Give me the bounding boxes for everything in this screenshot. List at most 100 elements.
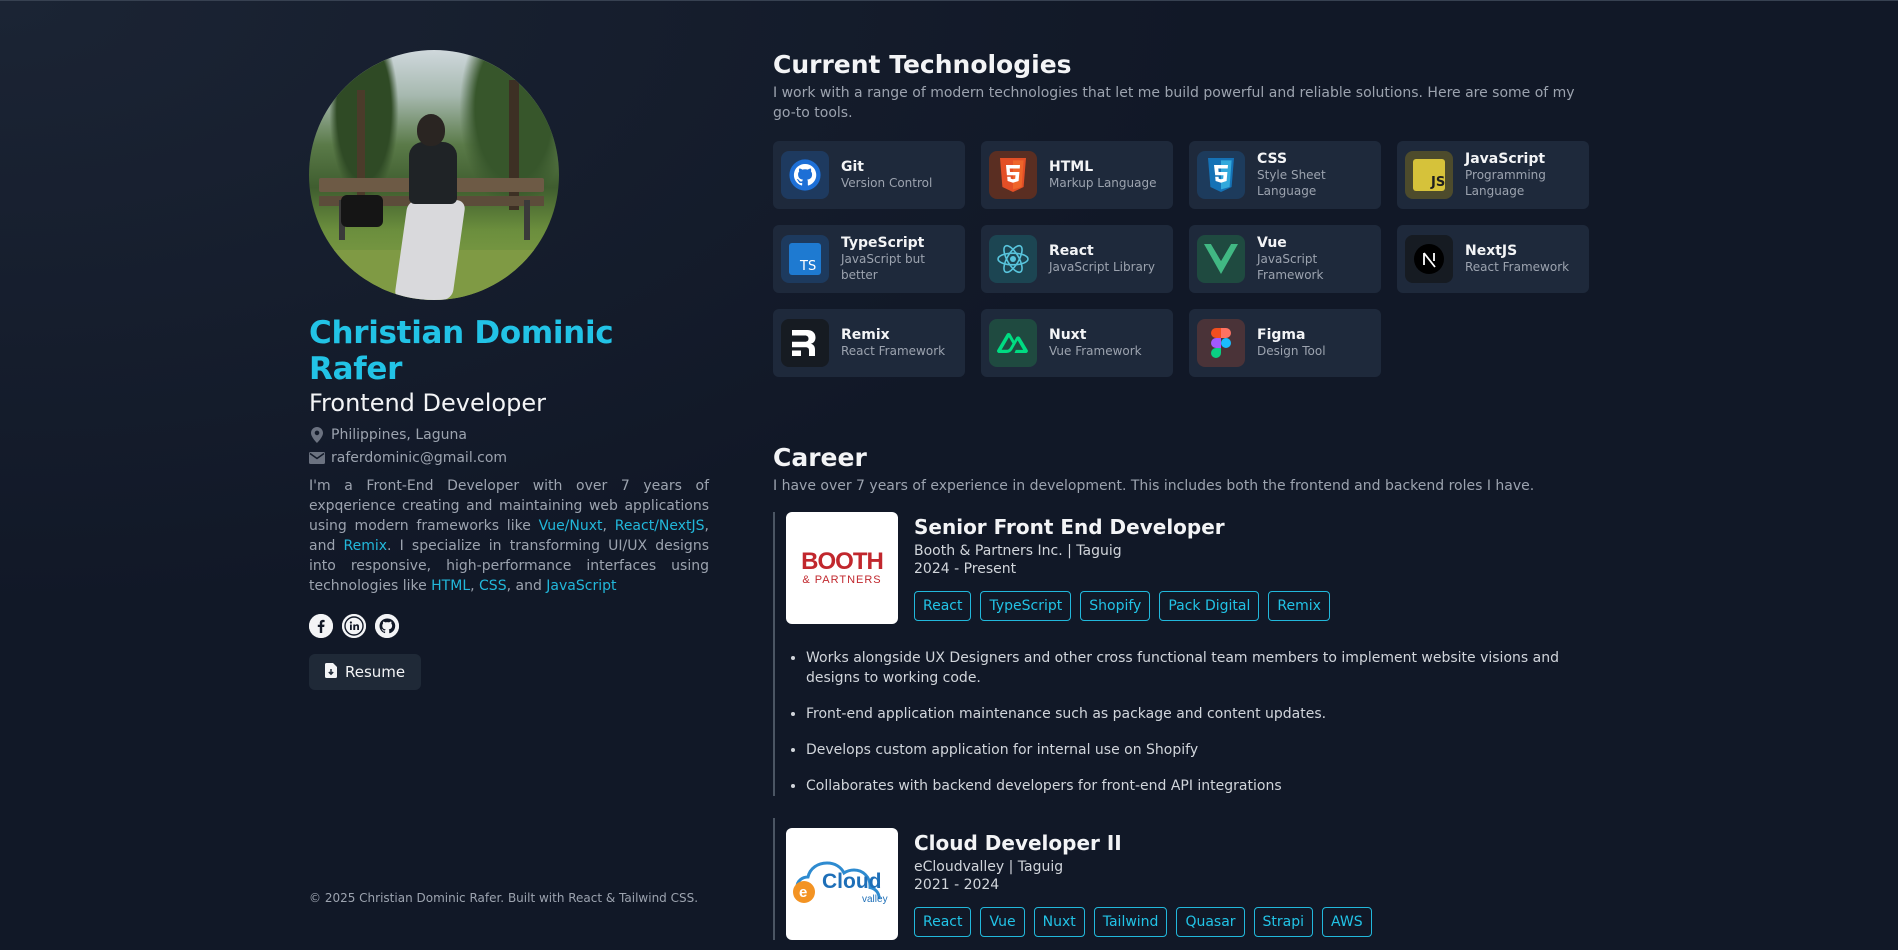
tech-card-css: CSS Style Sheet Language — [1189, 141, 1381, 209]
nuxt-icon — [989, 319, 1037, 367]
footer-text: © 2025 Christian Dominic Rafer. Built wi… — [309, 891, 699, 905]
tech-desc: Style Sheet Language — [1257, 168, 1326, 198]
bio-highlight: CSS — [479, 578, 507, 594]
job-tags: React Vue Nuxt Tailwind Quasar Strapi AW… — [914, 907, 1372, 937]
figma-icon — [1197, 319, 1245, 367]
location-row: Philippines, Laguna — [309, 427, 709, 443]
tech-card-vue: Vue JavaScript Framework — [1189, 225, 1381, 293]
job-tags: React TypeScript Shopify Pack Digital Re… — [914, 591, 1330, 621]
tech-tag: TypeScript — [980, 591, 1072, 621]
vue-icon — [1197, 235, 1245, 283]
tech-desc: React Framework — [841, 344, 946, 358]
company-logo-subtext: valley — [862, 894, 888, 905]
react-icon — [989, 235, 1037, 283]
tech-tag: Strapi — [1253, 907, 1314, 937]
tech-desc: Design Tool — [1257, 344, 1326, 358]
social-links — [309, 614, 709, 638]
bio-highlight: HTML — [431, 578, 471, 594]
tech-name: JavaScript — [1465, 151, 1546, 167]
location-text: Philippines, Laguna — [331, 427, 467, 443]
tech-tag: Pack Digital — [1159, 591, 1260, 621]
bio-paragraph: I'm a Front-End Developer with over 7 ye… — [309, 478, 709, 594]
tech-card-nuxt: Nuxt Vue Framework — [981, 309, 1173, 377]
nextjs-icon — [1405, 235, 1453, 283]
company-logo-ecloudvalley: e Cloud valley — [786, 828, 898, 940]
tech-tag: React — [914, 907, 972, 937]
email-text[interactable]: raferdominic@gmail.com — [331, 450, 507, 466]
career-title: Career — [773, 443, 867, 472]
career-subtitle: I have over 7 years of experience in dev… — [773, 478, 1535, 494]
tech-name: Remix — [841, 327, 890, 343]
mail-icon — [309, 450, 325, 466]
bio-highlight: JavaScript — [546, 578, 617, 594]
profile-column: Christian Dominic Rafer Frontend Develop… — [309, 50, 709, 690]
job-dates: 2024 - Present — [914, 561, 1017, 577]
tech-name: React — [1049, 243, 1094, 259]
job-header: BOOTH & PARTNERS Senior Front End Develo… — [786, 512, 1588, 624]
tech-name: CSS — [1257, 151, 1288, 167]
tech-desc: Markup Language — [1049, 176, 1157, 190]
tech-tag: AWS — [1322, 907, 1372, 937]
github-icon — [781, 151, 829, 199]
bio-highlight: Remix — [343, 538, 388, 554]
resume-button[interactable]: Resume — [309, 654, 422, 690]
svg-text:TS: TS — [799, 259, 816, 274]
job-company: eCloudvalley | Taguig — [914, 859, 1064, 875]
github-icon[interactable] — [375, 614, 399, 638]
job-header: e Cloud valley Cloud Developer II eCloud… — [786, 828, 1588, 940]
tech-card-git: Git Version Control — [773, 141, 965, 209]
main-content: Current Technologies I work with a range… — [773, 50, 1589, 940]
tech-tag: Vue — [980, 907, 1025, 937]
job-title: Senior Front End Developer — [914, 515, 1225, 539]
tech-name: HTML — [1049, 159, 1094, 175]
tech-name: Nuxt — [1049, 327, 1087, 343]
javascript-icon: JS — [1405, 151, 1453, 199]
job-title: Cloud Developer II — [914, 831, 1122, 855]
company-logo-text: BOOTH — [801, 548, 884, 575]
career-section: Career I have over 7 years of experience… — [773, 443, 1588, 940]
profile-name: Christian Dominic Rafer — [309, 315, 614, 387]
svg-text:JS: JS — [1430, 175, 1445, 190]
company-logo-subtext: & PARTNERS — [802, 574, 882, 586]
tech-name: TypeScript — [841, 235, 925, 251]
tech-desc: React Framework — [1465, 260, 1570, 274]
tech-name: NextJS — [1465, 243, 1518, 259]
job-dates: 2021 - 2024 — [914, 877, 1000, 893]
company-logo-text: Cloud — [822, 870, 882, 893]
tech-card-figma: Figma Design Tool — [1189, 309, 1381, 377]
linkedin-icon[interactable] — [342, 614, 366, 638]
tech-card-remix: Remix React Framework — [773, 309, 965, 377]
technologies-title: Current Technologies — [773, 50, 1072, 79]
tech-desc: Programming Language — [1465, 168, 1546, 198]
resume-label: Resume — [345, 663, 406, 681]
tech-name: Vue — [1257, 235, 1287, 251]
list-item: Develops custom application for internal… — [806, 740, 1596, 760]
tech-card-javascript: JS JavaScript Programming Language — [1397, 141, 1589, 209]
technologies-subtitle: I work with a range of modern technologi… — [773, 85, 1575, 121]
tech-desc: JavaScript Framework — [1257, 252, 1324, 282]
tech-tag: Shopify — [1080, 591, 1151, 621]
job-company: Booth & Partners Inc. | Taguig — [914, 543, 1122, 559]
avatar — [309, 50, 559, 300]
tech-name: Figma — [1257, 327, 1306, 343]
job-entry: BOOTH & PARTNERS Senior Front End Develo… — [773, 512, 1588, 796]
remix-icon — [781, 319, 829, 367]
profile-role: Frontend Developer — [309, 389, 546, 417]
company-logo-booth: BOOTH & PARTNERS — [786, 512, 898, 624]
file-download-icon — [325, 662, 337, 682]
job-duties: Works alongside UX Designers and other c… — [786, 648, 1588, 796]
tech-card-react: React JavaScript Library — [981, 225, 1173, 293]
tech-tag: React — [914, 591, 972, 621]
tech-desc: JavaScript but better — [841, 252, 925, 282]
tech-tag: Quasar — [1176, 907, 1245, 937]
html5-icon — [989, 151, 1037, 199]
list-item: Front-end application maintenance such a… — [806, 704, 1596, 724]
tech-card-html: HTML Markup Language — [981, 141, 1173, 209]
tech-desc: JavaScript Library — [1049, 260, 1155, 274]
bio-highlight: React/NextJS — [614, 518, 705, 534]
tech-desc: Version Control — [841, 176, 933, 190]
map-pin-icon — [309, 427, 325, 443]
facebook-icon[interactable] — [309, 614, 333, 638]
typescript-icon: TS — [781, 235, 829, 283]
tech-tag: Tailwind — [1093, 907, 1168, 937]
